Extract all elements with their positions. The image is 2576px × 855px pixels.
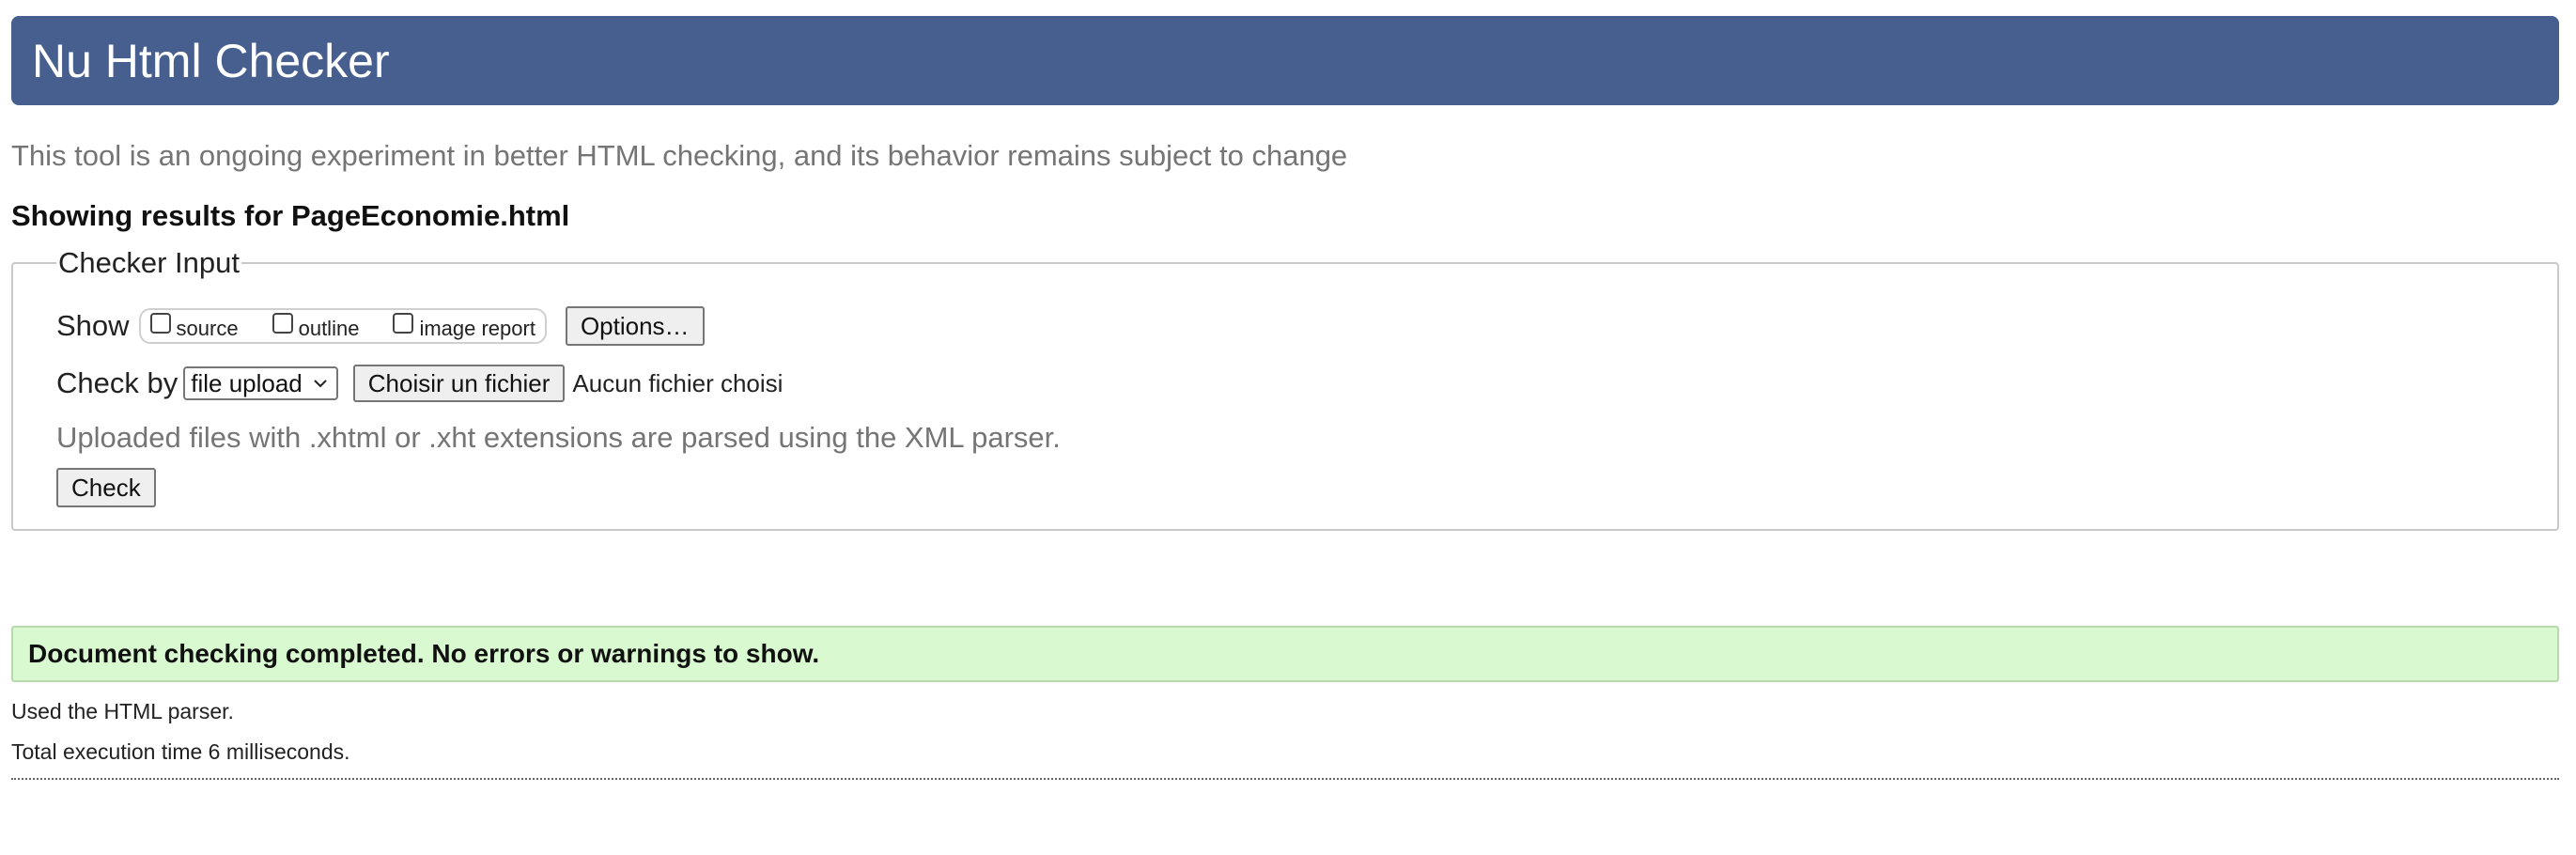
show-row: Show source outline image report Options… [56,306,2516,346]
source-checkbox[interactable] [149,313,171,334]
show-image-report-option[interactable]: image report [393,311,535,341]
header-banner: Nu Html Checker [11,16,2559,105]
options-button[interactable]: Options… [565,306,705,346]
show-label: Show [56,309,130,342]
tagline: This tool is an ongoing experiment in be… [11,139,1348,172]
results-heading: Showing results for PageEconomie.html [11,199,570,232]
checker-input-fieldset: Checker Input Show source outline image … [11,246,2559,531]
check-by-select[interactable]: file upload [183,366,338,400]
upload-note: Uploaded files with .xhtml or .xht exten… [56,421,1061,454]
check-by-row: Check by file upload Choisir un fichier … [56,365,2516,402]
show-options-group: source outline image report [138,308,547,344]
show-source-option[interactable]: source [149,311,239,341]
execution-time-note: Total execution time 6 milliseconds. [11,739,350,764]
dotted-divider [11,778,2559,780]
check-by-selected-value: file upload [191,368,303,397]
page-title: Nu Html Checker [32,34,390,87]
choose-file-button[interactable]: Choisir un fichier [352,365,566,402]
parser-note: Used the HTML parser. [11,699,234,723]
image-report-checkbox-label: image report [419,317,535,340]
outline-checkbox-label: outline [298,317,360,340]
chevron-down-icon [314,380,327,388]
file-status: Aucun fichier choisi [572,368,784,397]
checker-input-legend: Checker Input [58,246,240,279]
source-checkbox-label: source [176,317,239,340]
check-button[interactable]: Check [56,468,156,507]
success-message: Document checking completed. No errors o… [11,626,2559,682]
check-by-label: Check by [56,366,178,399]
page: Nu Html Checker This tool is an ongoing … [11,16,2559,787]
outline-checkbox[interactable] [272,313,293,334]
show-outline-option[interactable]: outline [272,311,360,341]
image-report-checkbox[interactable] [393,313,414,334]
